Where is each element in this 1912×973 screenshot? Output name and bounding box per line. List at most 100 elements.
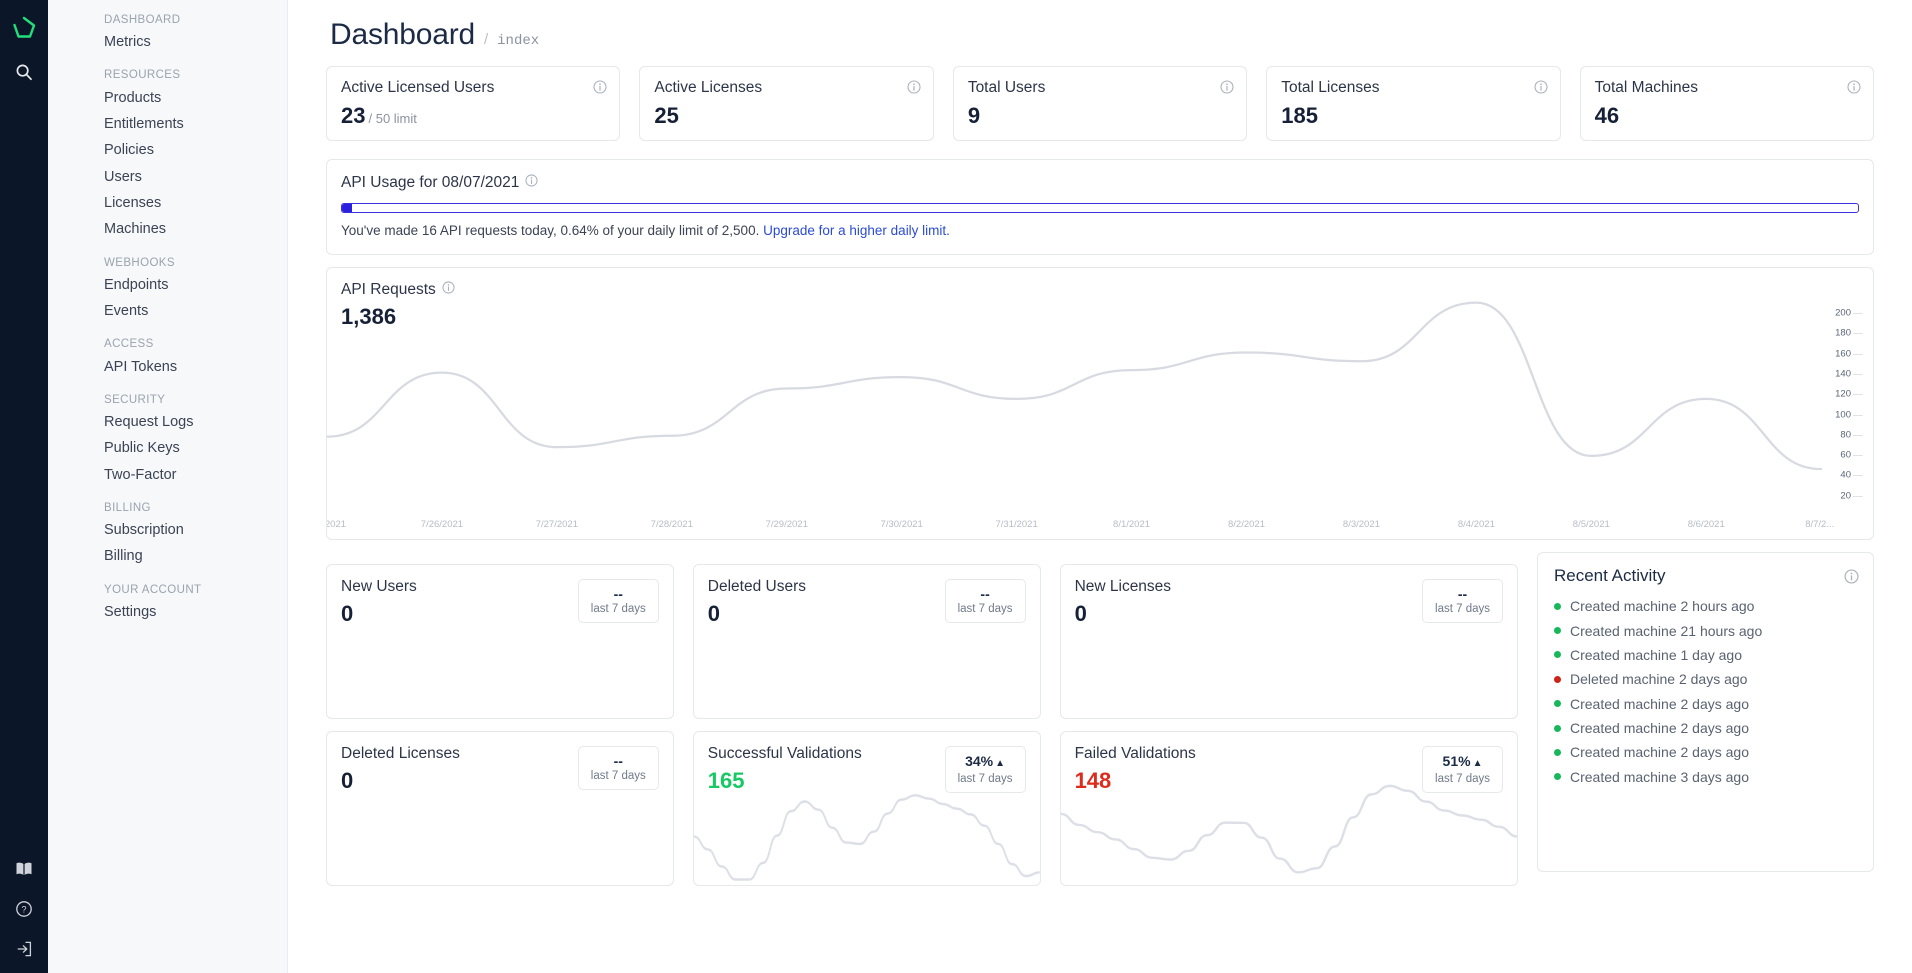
api-usage-header: API Usage for 08/07/2021 (341, 174, 1859, 192)
sidebar-item-entitlements[interactable]: Entitlements (48, 111, 287, 137)
sidebar-item-machines[interactable]: Machines (48, 216, 287, 242)
sidebar-item-events[interactable]: Events (48, 298, 287, 324)
sidebar-item-settings[interactable]: Settings (48, 599, 287, 625)
activity-list-item[interactable]: Created machine 2 days ago (1554, 740, 1859, 764)
nav-group-billing: BILLING (104, 501, 151, 514)
activity-list-item[interactable]: Created machine 2 days ago (1554, 716, 1859, 740)
info-icon[interactable] (1220, 80, 1234, 99)
y-axis-tick: 80 (1840, 429, 1861, 440)
status-dot-green (1554, 651, 1561, 659)
trend-up-icon: ▲ (995, 758, 1006, 769)
trend-value: 34% (965, 753, 994, 769)
activity-list-item[interactable]: Created machine 2 days ago (1554, 692, 1859, 716)
y-axis-tick: 20 (1840, 490, 1861, 501)
help-circle-icon[interactable]: ? (12, 897, 36, 921)
status-dot-green (1554, 724, 1561, 732)
metric-trend-badge: 51% ▲ last 7 days (1422, 746, 1503, 793)
info-icon[interactable] (907, 80, 921, 99)
activity-text: Created machine 2 days ago (1570, 744, 1749, 761)
sidebar-item-metrics[interactable]: Metrics (48, 29, 287, 55)
page-title: Dashboard (330, 18, 475, 51)
nav-group-security: SECURITY (104, 393, 166, 406)
upgrade-link[interactable]: Upgrade for a higher daily limit. (763, 223, 950, 238)
x-axis-tick: 8/7/2... (1805, 519, 1835, 530)
kpi-value: 25 (654, 103, 679, 128)
sidebar-item-api-tokens[interactable]: API Tokens (48, 353, 287, 379)
trend-value: -- (1457, 586, 1468, 602)
nav-group-dashboard: DASHBOARD (104, 14, 181, 26)
api-usage-description: You've made 16 API requests today, 0.64%… (341, 223, 1859, 238)
activity-text: Created machine 1 day ago (1570, 646, 1742, 663)
sidebar-item-public-keys[interactable]: Public Keys (48, 435, 287, 461)
logout-icon[interactable] (12, 937, 36, 961)
kpi-value: 23 (341, 103, 366, 128)
sidebar-item-two-factor[interactable]: Two-Factor (48, 462, 287, 488)
metric-trend-badge: -- last 7 days (944, 579, 1026, 623)
x-axis-tick: 8/1/2021 (1113, 519, 1151, 530)
x-axis-tick: 7/27/2021 (535, 519, 578, 530)
breadcrumb-separator: / (483, 31, 489, 48)
sidebar-item-licenses[interactable]: Licenses (48, 190, 287, 216)
x-axis-tick: 2021 (326, 519, 347, 530)
activity-list-item[interactable]: Created machine 1 day ago (1554, 643, 1859, 667)
sidebar-item-products[interactable]: Products (48, 84, 287, 110)
kpi-card-active-licensed-users: Active Licensed Users 23/ 50 limit (326, 66, 621, 141)
recent-activity-title: Recent Activity (1554, 566, 1666, 585)
status-dot-green (1554, 748, 1561, 756)
kpi-value: 46 (1594, 103, 1620, 128)
api-requests-title-row: API Requests (341, 281, 1873, 299)
sidebar-item-endpoints[interactable]: Endpoints (48, 272, 287, 298)
api-requests-card: API Requests 1,386 20 40 60 80 100 120 140 160 1… (326, 267, 1874, 540)
activity-text: Created machine 3 days ago (1570, 768, 1749, 785)
nav-group-resources: RESOURCES (104, 69, 181, 82)
kpi-title: Active Licenses (654, 79, 763, 96)
api-requests-title: API Requests (341, 281, 436, 298)
nav-group-access: ACCESS (104, 338, 154, 351)
y-axis-tick: 60 (1840, 450, 1861, 461)
info-icon[interactable] (1534, 80, 1548, 99)
activity-column: Recent Activity Created machine 2 hours … (1537, 552, 1874, 886)
metric-card-deleted-licenses: Deleted Licenses 0 -- last 7 days (326, 731, 674, 886)
info-icon[interactable] (525, 174, 538, 192)
status-dot-green (1554, 700, 1561, 708)
x-axis-tick: 7/26/2021 (420, 519, 464, 530)
activity-list-item[interactable]: Deleted machine 2 days ago (1554, 667, 1859, 691)
metric-card-failed-validations: Failed Validations 148 51% ▲ last 7 days (1059, 731, 1518, 886)
activity-list-item[interactable]: Created machine 2 hours ago (1554, 594, 1859, 618)
main-content: Dashboard / index Active Licensed Users 2… (288, 0, 1912, 973)
y-axis-tick: 160 (1835, 348, 1862, 359)
kpi-value: 185 (1281, 103, 1318, 128)
info-icon[interactable] (1844, 569, 1859, 589)
info-icon[interactable] (1847, 80, 1861, 99)
info-icon[interactable] (442, 281, 455, 299)
mini-cards-column: New Users 0 -- last 7 days Deleted Users 0 -- l… (326, 552, 1518, 886)
x-axis-tick: 7/31/2021 (995, 519, 1038, 530)
metric-trend-badge: 34% ▲ last 7 days (944, 746, 1026, 793)
api-usage-text: You've made 16 API requests today, 0.64%… (341, 223, 764, 238)
x-axis-tick: 8/6/2021 (1687, 519, 1725, 530)
api-usage-title: API Usage for 08/07/2021 (341, 174, 520, 191)
trend-period: last 7 days (1435, 773, 1490, 785)
activity-list-item[interactable]: Created machine 21 hours ago (1554, 618, 1859, 642)
book-icon[interactable] (12, 857, 36, 881)
kpi-title: Total Machines (1594, 79, 1699, 96)
metric-trend-badge: -- last 7 days (577, 579, 659, 623)
kpi-title: Active Licensed Users (341, 79, 495, 96)
activity-text: Created machine 2 days ago (1570, 695, 1749, 712)
sidebar-item-users[interactable]: Users (48, 164, 287, 190)
search-icon[interactable] (10, 58, 38, 86)
sidebar-item-policies[interactable]: Policies (48, 137, 287, 163)
icon-rail: ? (0, 0, 48, 973)
x-axis-tick: 7/29/2021 (765, 519, 808, 530)
metric-trend-badge: -- last 7 days (1422, 579, 1503, 623)
metric-card-successful-validations: Successful Validations 165 34% ▲ last 7 days (692, 731, 1041, 886)
activity-text: Created machine 2 days ago (1570, 720, 1749, 737)
info-icon[interactable] (593, 80, 607, 99)
kpi-title: Total Licenses (1281, 79, 1380, 96)
pentagon-logo-icon[interactable] (8, 12, 40, 44)
sidebar-item-request-logs[interactable]: Request Logs (48, 409, 287, 435)
y-axis-tick: 120 (1835, 389, 1862, 400)
sidebar-item-billing[interactable]: Billing (48, 543, 287, 569)
activity-list-item[interactable]: Created machine 3 days ago (1554, 765, 1859, 789)
sidebar-item-subscription[interactable]: Subscription (48, 517, 287, 543)
